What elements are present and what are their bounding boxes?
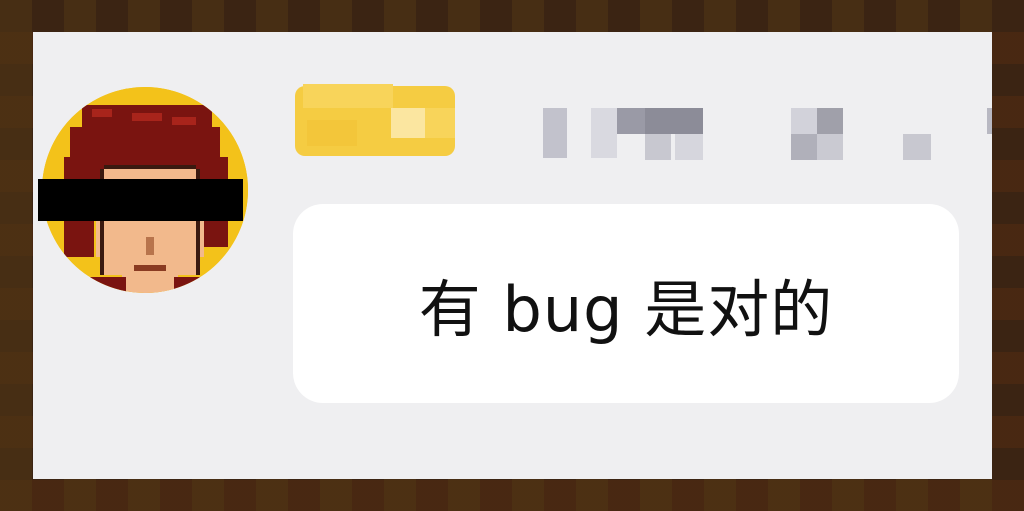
message-text: 有 bug 是对的	[418, 272, 834, 346]
sender-name-redacted	[291, 80, 992, 170]
chat-message-panel: 有 bug 是对的	[33, 32, 992, 479]
message-bubble[interactable]: 有 bug 是对的	[293, 204, 959, 403]
censor-bar	[38, 179, 243, 221]
